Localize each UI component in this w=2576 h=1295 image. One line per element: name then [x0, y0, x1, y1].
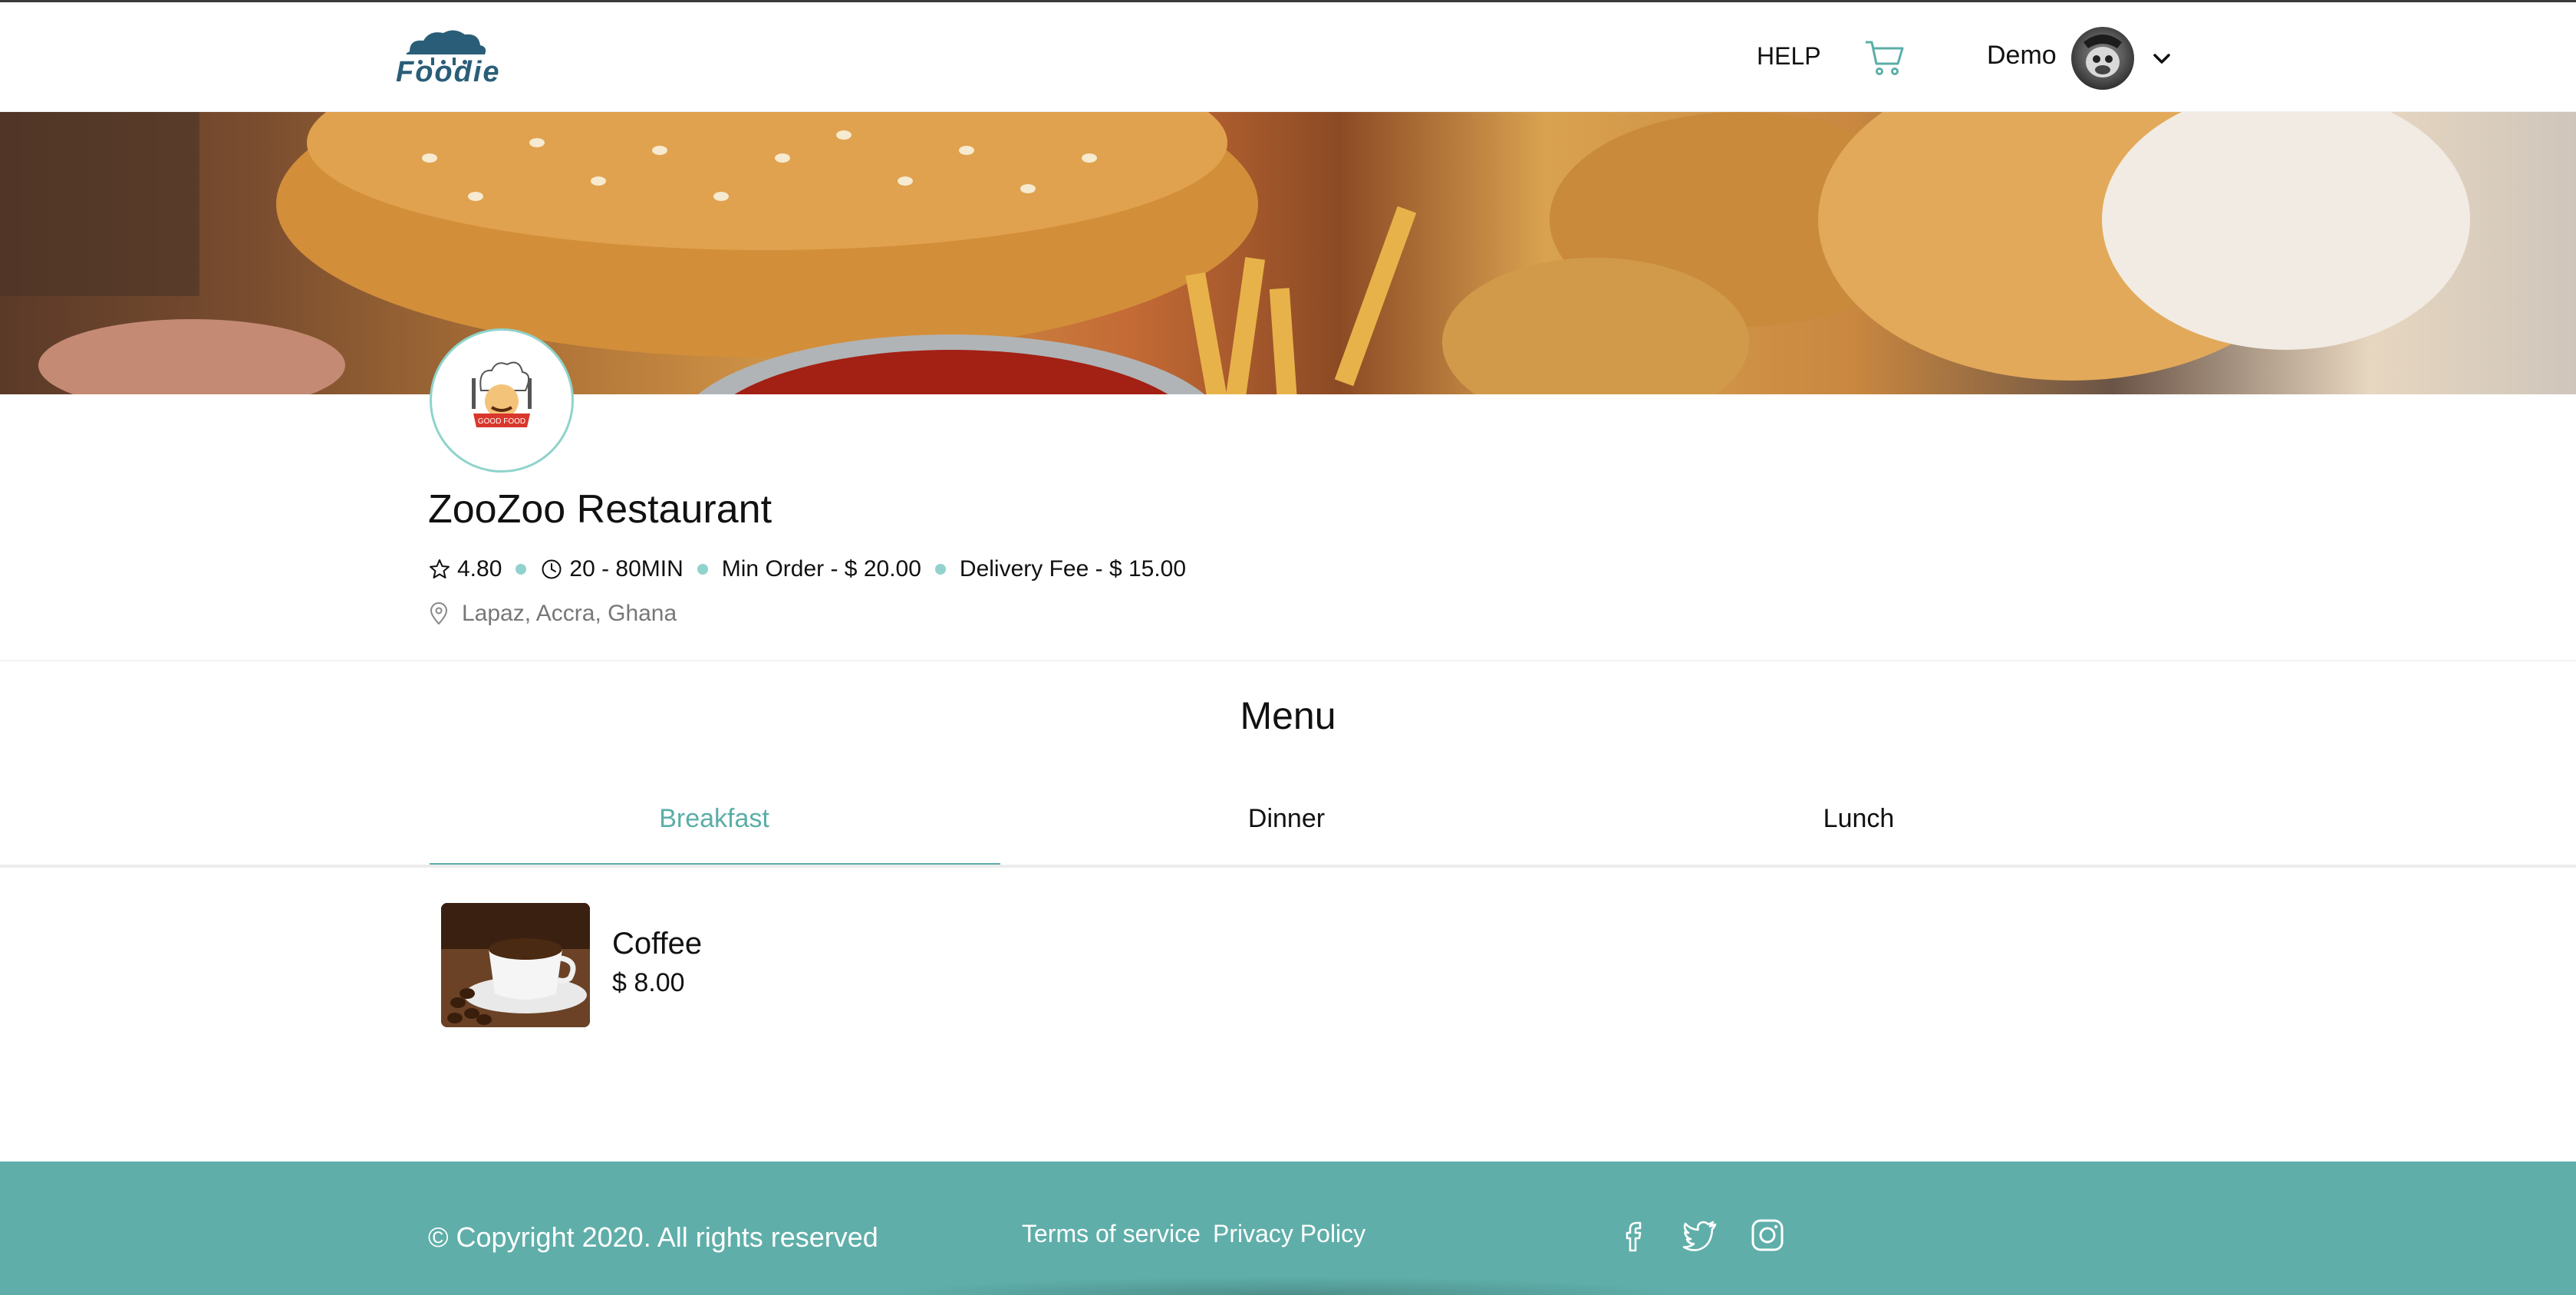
user-name[interactable]: Demo — [1987, 41, 2057, 71]
instagram-icon[interactable] — [1749, 1217, 1786, 1254]
tab-dinner[interactable]: Dinner — [1000, 798, 1573, 867]
avatar-image — [2084, 35, 2122, 77]
tab-lunch[interactable]: Lunch — [1573, 798, 2145, 867]
clock-icon — [542, 559, 562, 579]
section-divider — [0, 660, 2576, 661]
separator-dot — [934, 564, 946, 575]
help-link[interactable]: HELP — [1757, 42, 1821, 71]
separator-dot — [697, 564, 708, 575]
location-pin-icon — [430, 602, 448, 625]
facebook-icon[interactable] — [1616, 1217, 1652, 1254]
bottom-shadow — [882, 1277, 1688, 1295]
banner-image — [0, 112, 2470, 394]
avatar[interactable] — [2071, 27, 2134, 90]
restaurant-logo: GOOD FOOD — [430, 328, 574, 473]
cart-icon[interactable] — [1863, 36, 1906, 79]
restaurant-name: ZooZoo Restaurant — [428, 487, 772, 532]
chevron-down-icon[interactable] — [2149, 47, 2174, 71]
separator-dot — [516, 564, 527, 575]
chef-logo-icon: GOOD FOOD — [472, 361, 532, 427]
min-order: Min Order - $ 20.00 — [721, 556, 921, 582]
coffee-cup-image — [441, 903, 590, 1027]
menu-item-name[interactable]: Coffee — [612, 927, 702, 961]
location-text: Lapaz, Accra, Ghana — [462, 601, 677, 626]
header: Foodie HELP Demo — [0, 2, 2576, 112]
tab-breakfast[interactable]: Breakfast — [428, 798, 1000, 867]
star-icon — [430, 559, 450, 578]
delivery-fee: Delivery Fee - $ 15.00 — [959, 556, 1187, 582]
menu-item-price: $ 8.00 — [612, 968, 685, 997]
tabs-underline — [0, 865, 2576, 868]
delivery-time: 20 - 80MIN — [569, 556, 684, 582]
restaurant-location: Lapaz, Accra, Ghana — [428, 598, 677, 629]
terms-link[interactable]: Terms of service — [1022, 1220, 1201, 1248]
privacy-link[interactable]: Privacy Policy — [1213, 1220, 1365, 1248]
menu-tabs: Breakfast Dinner Lunch — [428, 798, 2146, 867]
rating-value: 4.80 — [457, 556, 502, 582]
footer: © Copyright 2020. All rights reserved Te… — [0, 1162, 2576, 1295]
restaurant-meta: 4.80 20 - 80MIN Min Order - $ 20.00 Deli… — [428, 554, 1186, 585]
copyright-text: © Copyright 2020. All rights reserved — [428, 1221, 878, 1253]
menu-title: Menu — [1240, 694, 1336, 737]
logo-text: Foodie — [396, 56, 501, 88]
twitter-icon[interactable] — [1682, 1217, 1718, 1254]
restaurant-banner — [0, 112, 2576, 394]
logo-label: GOOD FOOD — [478, 417, 525, 426]
menu-item-image[interactable] — [441, 903, 590, 1027]
